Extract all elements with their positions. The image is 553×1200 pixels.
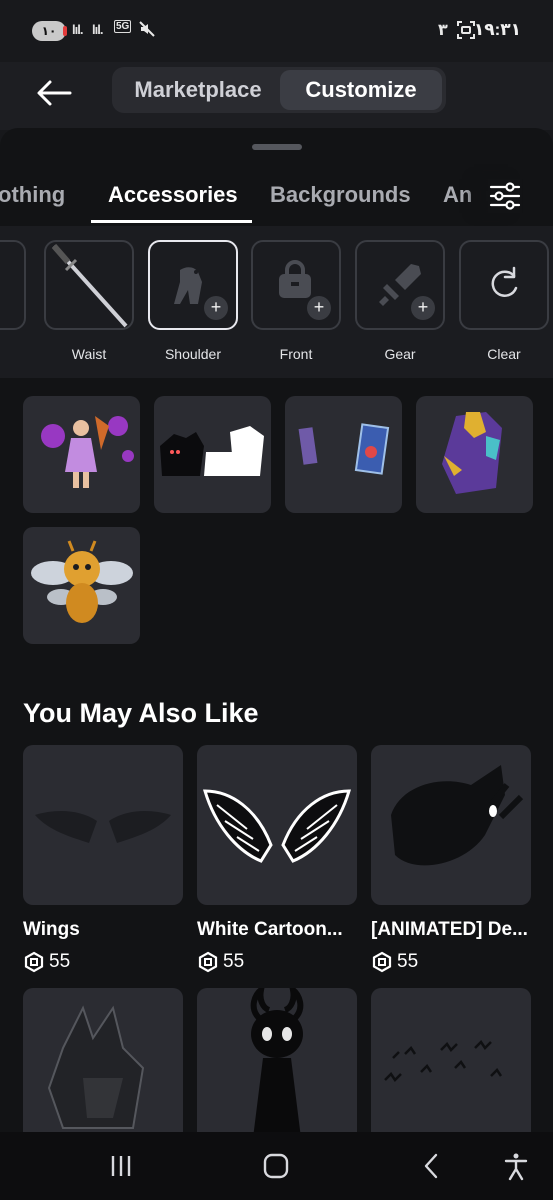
item-name: [ANIMATED] De...	[371, 919, 528, 940]
item-name: Wings	[23, 919, 80, 940]
golden-bee-fairy-thumbnail	[31, 540, 133, 623]
robux-icon	[24, 951, 44, 973]
price-value: 55	[49, 951, 71, 972]
subcategory-label: Clear	[487, 346, 521, 362]
clock: ١٩:٣١	[473, 20, 521, 39]
category-tabs: othing Accessories Backgrounds An	[0, 164, 553, 226]
katana-icon	[51, 244, 128, 328]
recommendation-card[interactable]	[23, 988, 183, 1132]
hollow-knight-thumbnail	[250, 988, 304, 1132]
equipped-item-card[interactable]	[154, 396, 271, 513]
tab-marketplace[interactable]: Marketplace	[118, 70, 278, 110]
signal-icon-2: lıl.	[92, 22, 103, 37]
tab-customize[interactable]: Customize	[280, 70, 442, 110]
subcategory-label: Gear	[384, 346, 416, 362]
equipped-item-card[interactable]	[23, 396, 140, 513]
subcategory-partial[interactable]	[0, 240, 26, 330]
robux-icon	[372, 951, 392, 973]
customize-sheet: othing Accessories Backgrounds An Waist …	[0, 128, 553, 1132]
back-nav-button[interactable]	[416, 1150, 448, 1182]
subcategory-waist[interactable]: Waist	[44, 240, 134, 362]
shadow-creatures-thumbnail	[160, 426, 264, 476]
active-tab-indicator	[91, 220, 252, 223]
tab-animations[interactable]: An	[443, 182, 472, 208]
home-icon	[263, 1153, 289, 1179]
tab-accessories[interactable]: Accessories	[108, 182, 238, 208]
system-nav-bar	[0, 1132, 553, 1200]
subcategory-label: Shoulder	[164, 346, 222, 362]
sliders-icon	[489, 182, 521, 210]
add-icon: +	[411, 296, 435, 320]
refresh-icon	[491, 266, 518, 297]
item-price: 55	[371, 951, 418, 973]
accessibility-button[interactable]	[500, 1150, 532, 1182]
back-icon	[424, 1153, 438, 1179]
recommendation-card[interactable]	[371, 988, 531, 1132]
item-price: 55	[197, 951, 244, 973]
subcategory-clear[interactable]: Clear	[459, 240, 549, 362]
price-value: 55	[397, 951, 419, 972]
robux-icon	[198, 951, 218, 973]
screen: ١٠ lıl. lıl. 5G ٣ ١٩:٣١ Marketplace Cust…	[0, 0, 553, 1200]
add-icon: +	[307, 296, 331, 320]
top-bar: Marketplace Customize	[0, 62, 553, 130]
arrow-left-icon	[37, 80, 72, 106]
item-price: 55	[23, 951, 70, 973]
equipped-item-card[interactable]	[23, 527, 140, 644]
tab-backgrounds[interactable]: Backgrounds	[270, 182, 411, 208]
network-badge: 5G	[114, 20, 132, 33]
sim-indicator: ٣	[438, 22, 448, 39]
home-button[interactable]	[260, 1150, 292, 1182]
subcategory-gear[interactable]: + Gear	[355, 240, 445, 362]
purple-gold-armor-thumbnail	[442, 412, 502, 494]
recommendation-card[interactable]: [ANIMATED] De... 55	[371, 745, 531, 973]
subcategory-label: Waist	[71, 346, 107, 362]
recommendation-card[interactable]	[197, 988, 357, 1132]
equipped-item-card[interactable]	[285, 396, 402, 513]
filter-button[interactable]	[488, 179, 522, 213]
mode-switcher: Marketplace Customize	[112, 67, 446, 113]
dark-wings-thumbnail	[35, 811, 171, 843]
signal-icon: lıl.	[72, 22, 83, 37]
accessibility-icon	[504, 1153, 528, 1181]
recent-apps-icon	[111, 1156, 131, 1176]
tab-clothing[interactable]: othing	[0, 182, 65, 208]
animated-demon-thumbnail	[391, 765, 524, 866]
scribble-marks-thumbnail	[384, 1040, 503, 1082]
mute-icon	[138, 20, 156, 43]
recommendation-card[interactable]: Wings 55	[23, 745, 183, 973]
battery-indicator: ١٠	[32, 21, 67, 41]
back-button[interactable]	[36, 78, 72, 108]
item-name: White Cartoon...	[197, 919, 343, 940]
white-cartoon-wings-thumbnail	[202, 789, 352, 863]
subcategory-front[interactable]: + Front	[251, 240, 341, 362]
subcategory-shoulder[interactable]: + Shoulder	[148, 240, 238, 362]
recommendation-card[interactable]: White Cartoon... 55	[197, 745, 357, 973]
equipped-item-card[interactable]	[416, 396, 533, 513]
section-title: You May Also Like	[23, 698, 259, 728]
sheet-drag-handle[interactable]	[252, 144, 302, 150]
add-icon: +	[204, 296, 228, 320]
floating-cards-thumbnail	[298, 423, 390, 475]
price-value: 55	[223, 951, 245, 972]
fairy-doll-thumbnail	[41, 416, 134, 488]
dark-armor-thumbnail	[47, 1005, 145, 1129]
recent-apps-button[interactable]	[105, 1150, 137, 1182]
status-bar: ١٠ lıl. lıl. 5G ٣ ١٩:٣١	[0, 0, 553, 62]
subcategory-label: Front	[279, 346, 313, 362]
subcategory-row: Waist + Shoulder + Front + Gear Clear	[0, 226, 553, 378]
